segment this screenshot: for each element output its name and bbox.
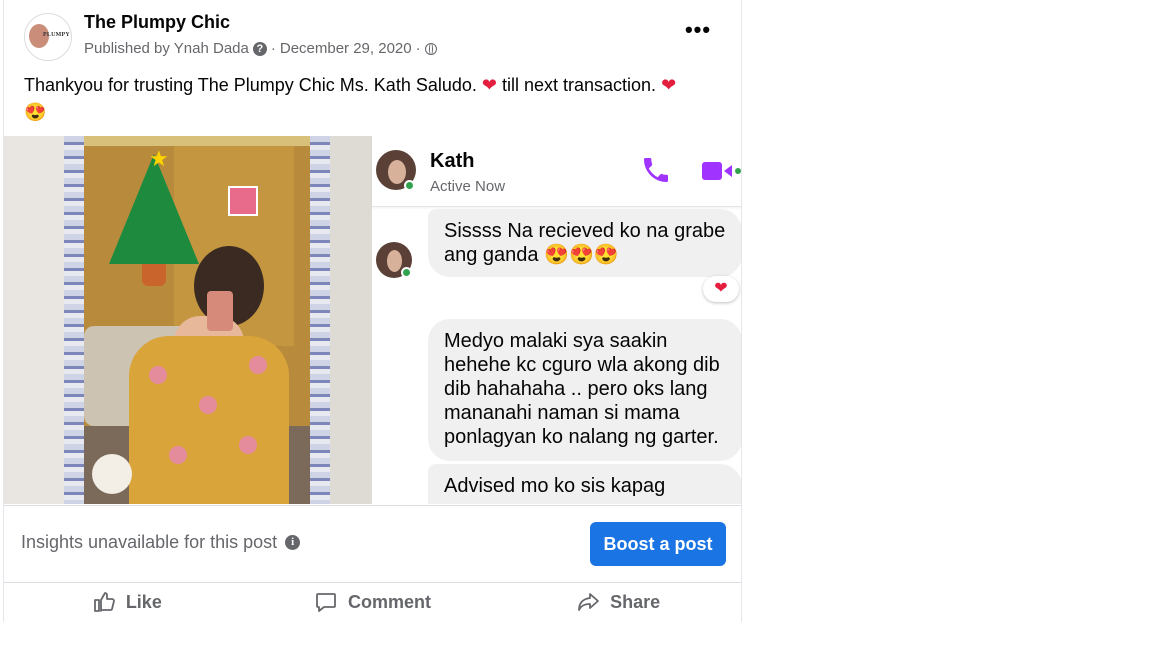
heart-emoji-icon: ❤ xyxy=(661,75,677,95)
photo-mirror-border xyxy=(310,136,330,504)
page-name-link[interactable]: The Plumpy Chic xyxy=(84,12,230,33)
more-options-button[interactable]: ••• xyxy=(680,19,716,48)
phone-call-icon xyxy=(644,158,668,182)
photo-phone xyxy=(207,291,233,331)
insights-bar: Insights unavailable for this post i Boo… xyxy=(4,505,741,583)
post-media[interactable]: ★ Kath Active Now Sissss Na recieved ko … xyxy=(4,136,741,504)
caption-text: till next transaction. xyxy=(496,75,662,95)
share-arrow-icon xyxy=(578,593,600,611)
question-icon[interactable]: ? xyxy=(252,41,267,56)
post-date[interactable]: December 29, 2020 xyxy=(280,40,412,57)
insights-status: Insights unavailable for this post i xyxy=(21,532,301,553)
chat-header: Kath Active Now xyxy=(372,136,741,207)
comment-icon xyxy=(316,593,336,612)
comment-label: Comment xyxy=(348,591,432,612)
chat-message-bubble: Medyo malaki sya saakin hehehe kc cguro … xyxy=(428,319,741,461)
like-button[interactable]: Like xyxy=(4,582,250,622)
dress-flower xyxy=(249,356,267,374)
globe-icon[interactable] xyxy=(424,42,437,55)
like-label: Like xyxy=(125,591,162,612)
post-meta: Published by Ynah Dada ? · December 29, … xyxy=(84,40,437,57)
star-icon: ★ xyxy=(149,146,169,171)
published-by-label[interactable]: Published by Ynah Dada xyxy=(84,40,249,57)
insights-label: Insights unavailable for this post xyxy=(21,532,278,552)
dress-flower xyxy=(149,366,167,384)
dress-flower xyxy=(239,436,257,454)
post-header: PLUMPY The Plumpy Chic Published by Ynah… xyxy=(4,0,741,66)
photo-wall xyxy=(4,136,64,504)
video-call-icon xyxy=(702,162,741,180)
photo-dog xyxy=(92,454,132,494)
boost-post-button[interactable]: Boost a post xyxy=(590,522,726,566)
photo-floral-dress xyxy=(129,336,289,504)
photo-wall xyxy=(330,136,371,504)
share-button[interactable]: Share xyxy=(495,582,741,622)
mirror-selfie-photo[interactable]: ★ xyxy=(4,136,371,504)
online-status-dot xyxy=(401,267,412,278)
avatar-logo-text: PLUMPY xyxy=(43,32,70,38)
contact-status: Active Now xyxy=(430,178,506,195)
post-caption: Thankyou for trusting The Plumpy Chic Ms… xyxy=(24,72,724,126)
share-label: Share xyxy=(610,591,661,612)
photo-mirror-border xyxy=(64,136,84,504)
dress-flower xyxy=(199,396,217,414)
facebook-post: PLUMPY The Plumpy Chic Published by Ynah… xyxy=(3,0,742,622)
online-status-dot xyxy=(404,180,415,191)
meta-separator: · xyxy=(415,40,421,57)
photo-clock xyxy=(228,186,258,216)
contact-name: Kath xyxy=(430,150,475,172)
tree-pot xyxy=(142,264,166,286)
meta-separator: · xyxy=(270,40,276,57)
chat-message-bubble: Advised mo ko sis kapag xyxy=(428,464,741,504)
caption-text: Thankyou for trusting The Plumpy Chic Ms… xyxy=(24,75,482,95)
post-action-bar: Like Comment Share xyxy=(4,582,741,622)
thumbs-up-icon xyxy=(93,592,115,612)
heart-reaction-icon: ❤ xyxy=(703,276,739,302)
chat-screenshot[interactable]: Kath Active Now Sissss Na recieved ko na… xyxy=(371,136,741,504)
chat-message-bubble: Sissss Na recieved ko na grabe ang ganda… xyxy=(428,209,741,277)
heart-emoji-icon: ❤ xyxy=(481,75,497,95)
heart-eyes-emoji-icon: 😍 xyxy=(24,102,47,122)
dress-flower xyxy=(169,446,187,464)
comment-button[interactable]: Comment xyxy=(250,582,496,622)
info-icon[interactable]: i xyxy=(285,535,301,550)
page-avatar[interactable]: PLUMPY xyxy=(24,13,72,61)
